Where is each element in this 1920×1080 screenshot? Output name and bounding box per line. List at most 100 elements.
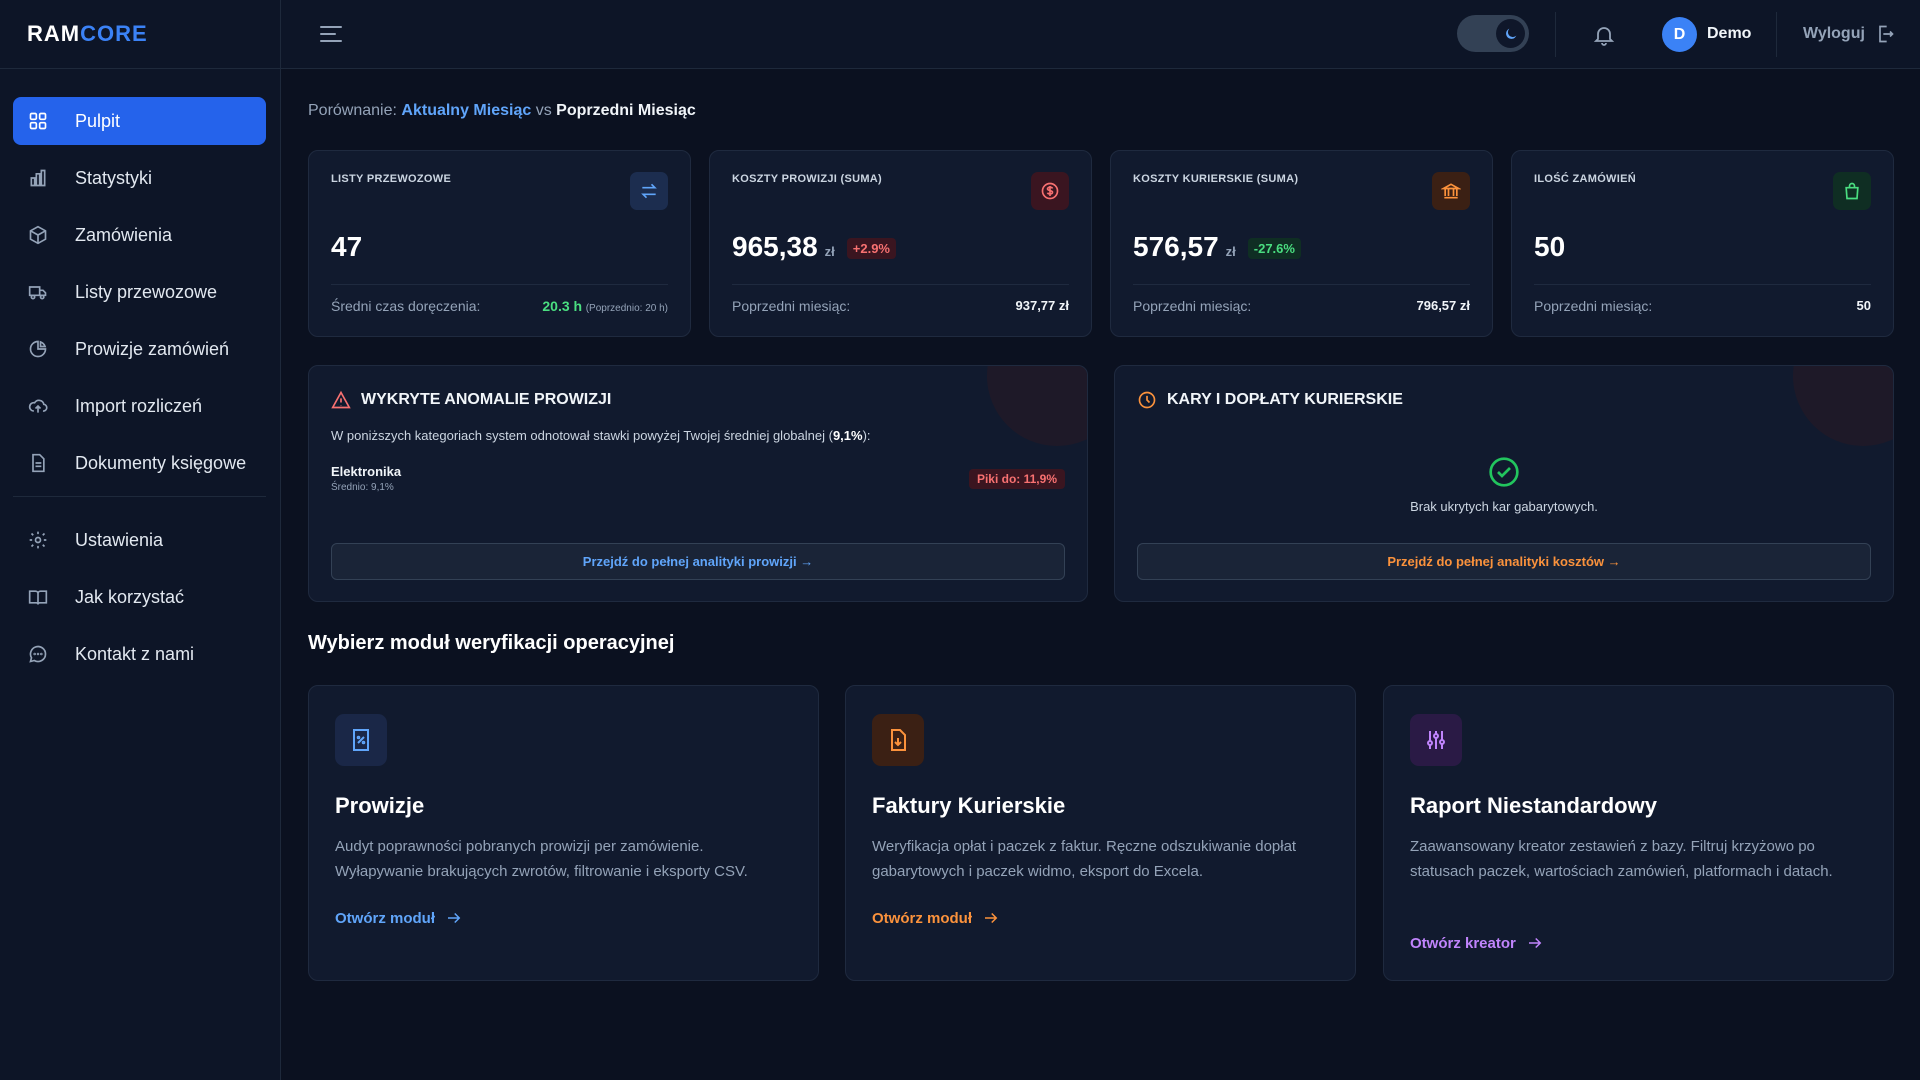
sidebar-item-label: Listy przewozowe xyxy=(75,281,218,302)
change-badge: -27.6% xyxy=(1247,238,1301,259)
theme-toggle[interactable] xyxy=(1457,15,1529,52)
check-circle-icon xyxy=(1488,456,1520,488)
panel-title-text: KARY I DOPŁATY KURIERSKIE xyxy=(1167,391,1403,408)
avatar[interactable]: D xyxy=(1662,17,1697,52)
bell-icon[interactable] xyxy=(1592,23,1616,47)
currency-unit: zł xyxy=(1225,244,1236,259)
panel-title: WYKRYTE ANOMALIE PROWIZJI xyxy=(331,390,611,410)
open-creator-link[interactable]: Otwórz kreator xyxy=(1410,934,1544,952)
anomaly-category-average: Średnio: 9,1% xyxy=(331,482,394,493)
commission-anomalies-panel: WYKRYTE ANOMALIE PROWIZJI W poniższych k… xyxy=(308,365,1088,602)
logout-icon xyxy=(1875,24,1895,44)
arrow-right-icon xyxy=(1528,937,1542,949)
sidebar-item-kontakt[interactable]: Kontakt z nami xyxy=(13,630,266,678)
avg-delivery-time: 20.3 h xyxy=(542,298,583,314)
currency-unit: zł xyxy=(824,244,835,259)
comparison-current[interactable]: Aktualny Miesiąc xyxy=(401,102,531,119)
sidebar-item-label: Jak korzystać xyxy=(75,586,185,607)
comparison-prefix: Porównanie: xyxy=(308,102,397,119)
sidebar-item-listy-przewozowe[interactable]: Listy przewozowe xyxy=(13,268,266,316)
clock-icon xyxy=(1137,390,1157,410)
stat-foot-value: 20.3 h (Poprzednio: 20 h) xyxy=(542,298,668,314)
stat-card-shipping-labels: LISTY PRZEWOZOWE 47 Średni czas doręczen… xyxy=(308,150,691,337)
anomaly-category: Elektronika xyxy=(331,464,402,479)
stat-foot-label: Średni czas doręczenia: xyxy=(331,298,481,314)
sidebar-item-label: Zamówienia xyxy=(75,224,173,245)
document-icon xyxy=(27,452,49,474)
dollar-circle-icon xyxy=(1031,172,1069,210)
panel-title: KARY I DOPŁATY KURIERSKIE xyxy=(1137,390,1403,410)
sidebar-item-pulpit[interactable]: Pulpit xyxy=(13,97,266,145)
username[interactable]: Demo xyxy=(1707,25,1751,43)
stat-card-commission-costs: KOSZTY PROWIZJI (SUMA) 965,38 zł +2.9% Pop… xyxy=(709,150,1092,337)
box-icon xyxy=(27,224,49,246)
module-title: Raport Niestandardowy xyxy=(1410,793,1657,818)
sidebar-item-dokumenty[interactable]: Dokumenty księgowe xyxy=(13,439,266,487)
global-average-value: 9,1% xyxy=(832,428,863,443)
module-description: Audyt poprawności pobranych prowizji per… xyxy=(335,838,748,880)
stat-divider xyxy=(331,284,668,285)
topbar: D Demo Wyloguj xyxy=(281,0,1920,69)
stat-value: 965,38 zł +2.9% xyxy=(732,231,896,263)
sidebar-item-label: Kontakt z nami xyxy=(75,643,195,664)
logout-label: Wyloguj xyxy=(1803,25,1865,42)
open-module-link[interactable]: Otwórz moduł xyxy=(335,909,463,927)
truck-icon xyxy=(27,281,49,303)
module-description: Weryfikacja opłat i paczek z faktur. Ręc… xyxy=(872,838,1297,880)
arrow-right-icon xyxy=(985,912,998,924)
moon-icon xyxy=(1496,19,1525,48)
brand-logo[interactable]: RAM CORE xyxy=(0,0,280,69)
decorative-glow xyxy=(1793,366,1893,446)
menu-icon[interactable] xyxy=(319,24,343,44)
sidebar-item-statystyki[interactable]: Statystyki xyxy=(13,154,266,202)
open-module-link[interactable]: Otwórz moduł xyxy=(872,909,1000,927)
brand-part2: CORE xyxy=(80,21,148,46)
module-title: Faktury Kurierskie xyxy=(872,793,1066,818)
book-icon xyxy=(27,586,49,608)
panel-title-text: WYKRYTE ANOMALIE PROWIZJI xyxy=(361,391,612,408)
stat-label: KOSZTY PROWIZJI (SUMA) xyxy=(732,173,883,185)
stat-divider xyxy=(732,284,1069,285)
stat-card-orders: ILOŚĆ ZAMÓWIEŃ 50 Poprzedni miesiąc: 50 xyxy=(1511,150,1894,337)
stat-foot-value: 50 xyxy=(1856,298,1871,313)
grid-icon xyxy=(27,110,49,132)
sidebar-item-jak-korzystac[interactable]: Jak korzystać xyxy=(13,573,266,621)
stat-foot-label: Poprzedni miesiąc: xyxy=(732,298,851,314)
commission-analytics-button[interactable]: Przejdź do pełnej analityki prowizji → xyxy=(331,543,1065,580)
previous-delivery-time: (Poprzednio: 20 h) xyxy=(585,303,668,314)
module-description: Zaawansowany kreator zestawień z bazy. F… xyxy=(1410,838,1833,880)
bank-icon xyxy=(1432,172,1470,210)
sidebar-item-ustawienia[interactable]: Ustawienia xyxy=(13,516,266,564)
sidebar-item-prowizje[interactable]: Prowizje zamówień xyxy=(13,325,266,373)
sidebar-item-import[interactable]: Import rozliczeń xyxy=(13,382,266,430)
module-card-faktury[interactable]: Faktury Kurierskie Weryfikacja opłat i p… xyxy=(845,685,1356,981)
sidebar-divider xyxy=(13,496,266,497)
sliders-icon xyxy=(1410,714,1462,766)
bar-chart-icon xyxy=(27,167,49,189)
logout-button[interactable]: Wyloguj xyxy=(1803,24,1895,44)
sidebar-item-label: Dokumenty księgowe xyxy=(75,452,247,473)
link-label: Otwórz kreator xyxy=(1410,934,1516,952)
module-card-prowizje[interactable]: Prowizje Audyt poprawności pobranych pro… xyxy=(308,685,819,981)
sidebar-item-label: Ustawienia xyxy=(75,529,164,550)
module-card-raport[interactable]: Raport Niestandardowy Zaawansowany kreat… xyxy=(1383,685,1894,981)
cost-analytics-button[interactable]: Przejdź do pełnej analityki kosztów → xyxy=(1137,543,1871,580)
comparison-previous[interactable]: Poprzedni Miesiąc xyxy=(556,102,696,119)
comparison-line: Porównanie: Aktualny Miesiąc vs Poprzedn… xyxy=(308,102,696,120)
no-penalties-text: Brak ukrytych kar gabarytowych. xyxy=(1410,499,1598,514)
sidebar-item-zamowienia[interactable]: Zamówienia xyxy=(13,211,266,259)
sidebar-nav: Pulpit Statystyki Zamówienia Listy przew… xyxy=(0,69,280,678)
decorative-glow xyxy=(987,366,1087,446)
gear-icon xyxy=(27,529,49,551)
stat-value: 47 xyxy=(331,231,363,262)
courier-penalties-panel: KARY I DOPŁATY KURIERSKIE Brak ukrytych … xyxy=(1114,365,1894,602)
cloud-upload-icon xyxy=(27,395,49,417)
stat-foot-value: 937,77 zł xyxy=(1015,298,1070,313)
sidebar-item-label: Statystyki xyxy=(75,167,153,188)
stat-label: KOSZTY KURIERSKIE (SUMA) xyxy=(1133,173,1299,185)
comparison-vs: vs xyxy=(535,102,552,119)
stat-value: 576,57 zł -27.6% xyxy=(1133,231,1301,263)
modules-section-title: Wybierz moduł weryfikacji operacyjnej xyxy=(308,632,675,654)
stat-value: 50 xyxy=(1534,231,1566,262)
file-download-icon xyxy=(872,714,924,766)
